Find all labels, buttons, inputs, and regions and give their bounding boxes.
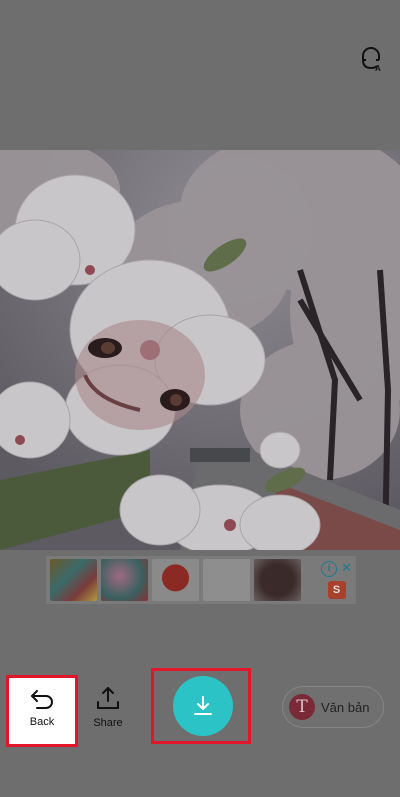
share-label: Share [93, 717, 123, 729]
ad-thumbnail[interactable] [152, 559, 199, 601]
top-bar: A [0, 0, 400, 150]
face-mask-icon[interactable]: A [356, 44, 386, 74]
svg-text:A: A [375, 64, 381, 72]
text-tool-label: Văn bản [321, 699, 370, 715]
photo-image [0, 150, 400, 550]
ad-thumbnail[interactable] [101, 559, 148, 601]
text-tool-button[interactable]: T Văn bản [282, 686, 384, 728]
share-button[interactable]: Share [86, 685, 130, 745]
ad-info-icon[interactable]: i [321, 561, 338, 577]
download-icon [194, 696, 212, 715]
undo-arrow-icon [31, 690, 53, 709]
ad-banner[interactable]: i ✕ S [46, 556, 356, 604]
back-button[interactable]: Back [6, 675, 78, 747]
ad-thumbnail[interactable] [203, 559, 250, 601]
back-label: Back [29, 716, 55, 728]
ad-thumbnail[interactable] [254, 559, 301, 601]
save-button[interactable] [173, 676, 233, 736]
save-button-highlight [151, 668, 251, 744]
text-tool-icon: T [289, 694, 315, 720]
ad-thumbnail[interactable] [50, 559, 97, 601]
ad-controls: i ✕ S [321, 559, 352, 601]
edited-photo[interactable] [0, 150, 400, 550]
shop-bag-icon: S [327, 581, 346, 599]
share-icon [97, 687, 119, 709]
ad-close-icon[interactable]: ✕ [341, 561, 352, 577]
